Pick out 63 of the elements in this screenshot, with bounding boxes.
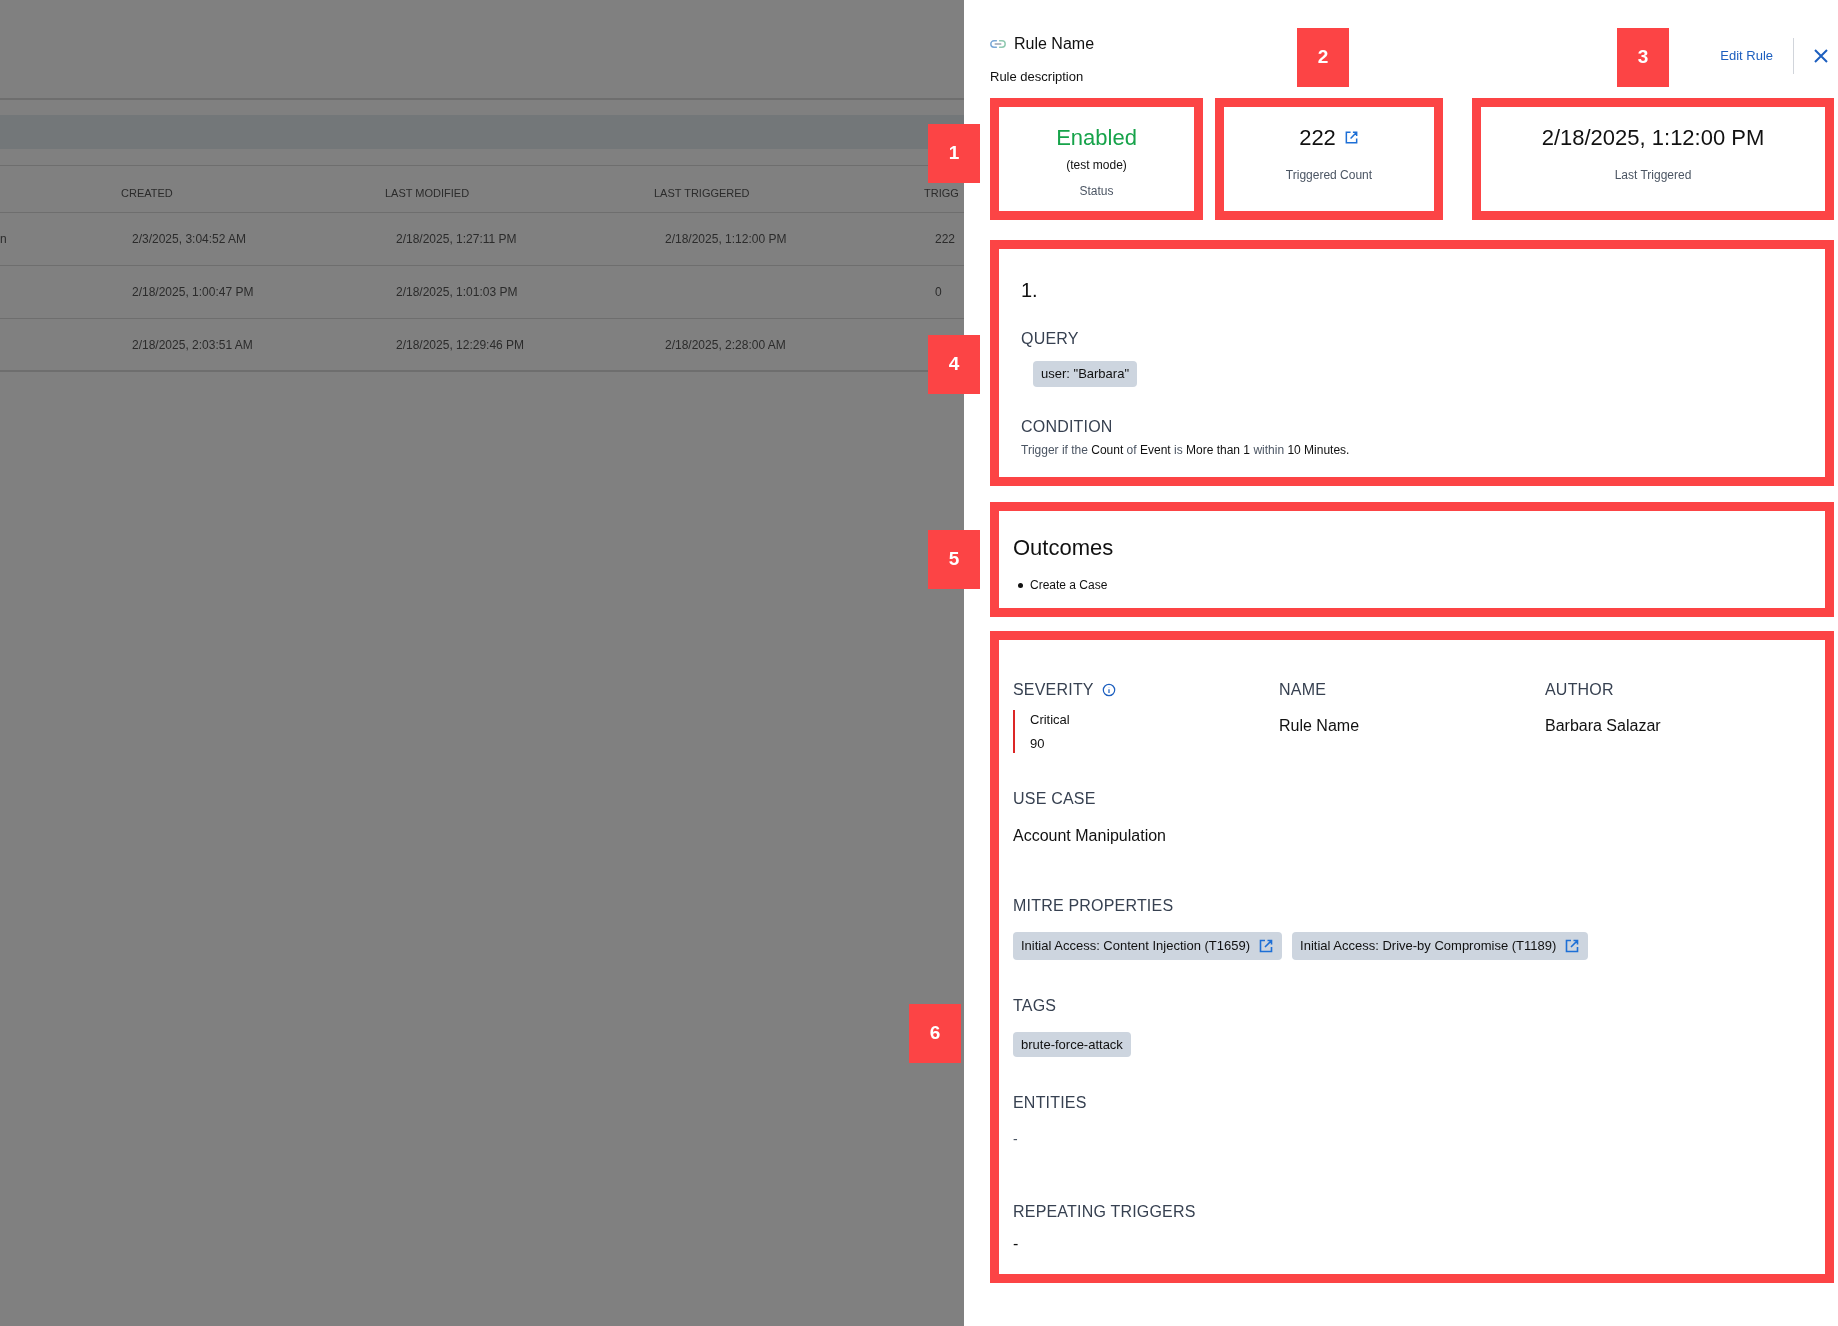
external-link-icon[interactable] — [1258, 937, 1275, 954]
author-value: Barbara Salazar — [1545, 716, 1662, 736]
outcome-item: Create a Case — [1030, 577, 1108, 594]
table-cell: 2/18/2025, 1:00:47 PM — [132, 285, 254, 299]
table-cell: 2/18/2025, 12:29:46 PM — [396, 337, 525, 352]
mitre-label: Initial Access: Drive-by Compromise (T1189) — [1300, 937, 1557, 955]
external-link-icon[interactable] — [1343, 130, 1359, 145]
section-heading: SEVERITY — [1013, 680, 1094, 700]
callout-number: 5 — [928, 530, 980, 589]
section-heading: NAME — [1279, 680, 1328, 700]
condition-text: Trigger if the Count of Event is More than 1 within 10 Minutes. — [1021, 441, 1351, 459]
severity-level: Critical — [1030, 711, 1070, 729]
table-cell: 2/18/2025, 1:12:00 PM — [665, 232, 787, 246]
table-cell: 222 — [935, 232, 956, 246]
column-header: CREATED — [121, 186, 173, 199]
link-icon — [990, 39, 1006, 49]
table-cell: 2/18/2025, 1:27:11 PM — [396, 232, 517, 246]
section-heading: QUERY — [1021, 329, 1080, 349]
rule-description: Rule description — [990, 68, 1085, 86]
tag-chip: brute-force-attack — [1013, 1031, 1131, 1057]
table-cell: 2/18/2025, 2:28:00 AM — [665, 337, 786, 352]
repeating-value: - — [1013, 1234, 1020, 1254]
section-heading: USE CASE — [1013, 789, 1097, 809]
callout-number: 2 — [1297, 28, 1349, 87]
stat-value: 222 — [1299, 124, 1336, 152]
callout-number: 6 — [909, 1004, 961, 1063]
section-heading: REPEATING TRIGGERS — [1013, 1202, 1197, 1222]
external-link-icon[interactable] — [1564, 937, 1581, 954]
query-number: 1. — [1021, 278, 1039, 303]
section-heading: ENTITIES — [1013, 1093, 1088, 1113]
column-header: TRIGG — [924, 186, 959, 199]
stat-label: Triggered Count — [1285, 167, 1373, 184]
table-cell: 2/18/2025, 2:03:51 AM — [132, 337, 253, 352]
edit-rule-link[interactable]: Edit Rule — [1720, 46, 1773, 66]
callout-number: 4 — [928, 335, 980, 394]
table-cell: 2/3/2025, 3:04:52 AM — [132, 232, 247, 246]
stat-value: Enabled — [1056, 124, 1137, 152]
rule-title: Rule Name — [1014, 34, 1095, 54]
table-cell: 2/18/2025, 1:01:03 PM — [396, 285, 518, 299]
section-heading: AUTHOR — [1545, 680, 1615, 700]
stat-note: (test mode) — [1066, 157, 1127, 174]
severity-score: 90 — [1030, 734, 1046, 753]
use-case-value: Account Manipulation — [1013, 826, 1167, 846]
section-heading: CONDITION — [1021, 416, 1114, 437]
query-chip: user: "Barbara" — [1033, 361, 1137, 387]
section-heading: MITRE PROPERTIES — [1013, 896, 1175, 916]
column-header: LAST MODIFIED — [385, 186, 470, 199]
entities-value: - — [1013, 1130, 1019, 1149]
close-button[interactable] — [1812, 47, 1830, 65]
stat-label: Status — [1079, 183, 1114, 200]
table-cell: n — [0, 232, 7, 246]
rule-name-value: Rule Name — [1279, 716, 1361, 736]
stat-value: 2/18/2025, 1:12:00 PM — [1541, 124, 1765, 152]
bullet-icon — [1018, 582, 1023, 588]
outcomes-heading: Outcomes — [1013, 534, 1115, 562]
table-cell: 0 — [935, 285, 942, 299]
callout-number: 1 — [928, 124, 980, 183]
column-header: LAST TRIGGERED — [654, 186, 750, 199]
callout-number: 3 — [1617, 28, 1669, 87]
mitre-label: Initial Access: Content Injection (T1659) — [1021, 937, 1251, 955]
stat-label: Last Triggered — [1614, 167, 1692, 184]
section-heading: TAGS — [1013, 995, 1058, 1016]
info-icon[interactable] — [1101, 683, 1116, 697]
